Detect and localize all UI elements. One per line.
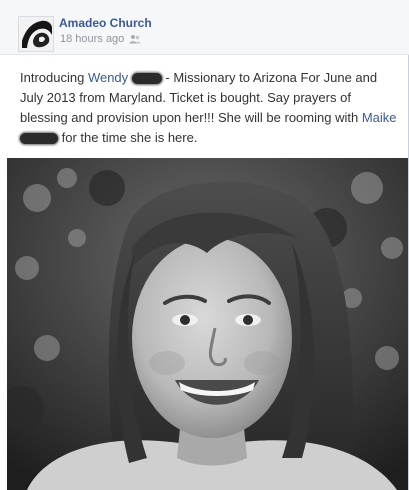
tagged-person-link-2[interactable]: Maike	[362, 110, 397, 125]
tagged-person-link-1[interactable]: Wendy	[88, 70, 128, 85]
avatar-logo-icon	[19, 17, 53, 51]
post-message: Introducing Wendy - Missionary to Arizon…	[20, 68, 400, 148]
message-intro: Introducing	[20, 70, 88, 85]
post-photo[interactable]	[7, 158, 408, 490]
friends-icon[interactable]	[129, 34, 141, 44]
redaction-mark	[20, 133, 58, 144]
post-card: Amadeo Church 18 hours ago Introducing W…	[0, 0, 409, 490]
timestamp[interactable]: 18 hours ago	[60, 33, 124, 45]
post-header: Amadeo Church 18 hours ago	[0, 0, 409, 55]
page-name-link[interactable]: Amadeo Church	[59, 16, 152, 30]
redaction-mark	[131, 73, 162, 84]
page-avatar[interactable]	[18, 16, 54, 52]
portrait-photo-image	[7, 158, 408, 490]
post-meta: 18 hours ago	[60, 33, 141, 45]
message-end: for the time she is here.	[58, 130, 198, 145]
